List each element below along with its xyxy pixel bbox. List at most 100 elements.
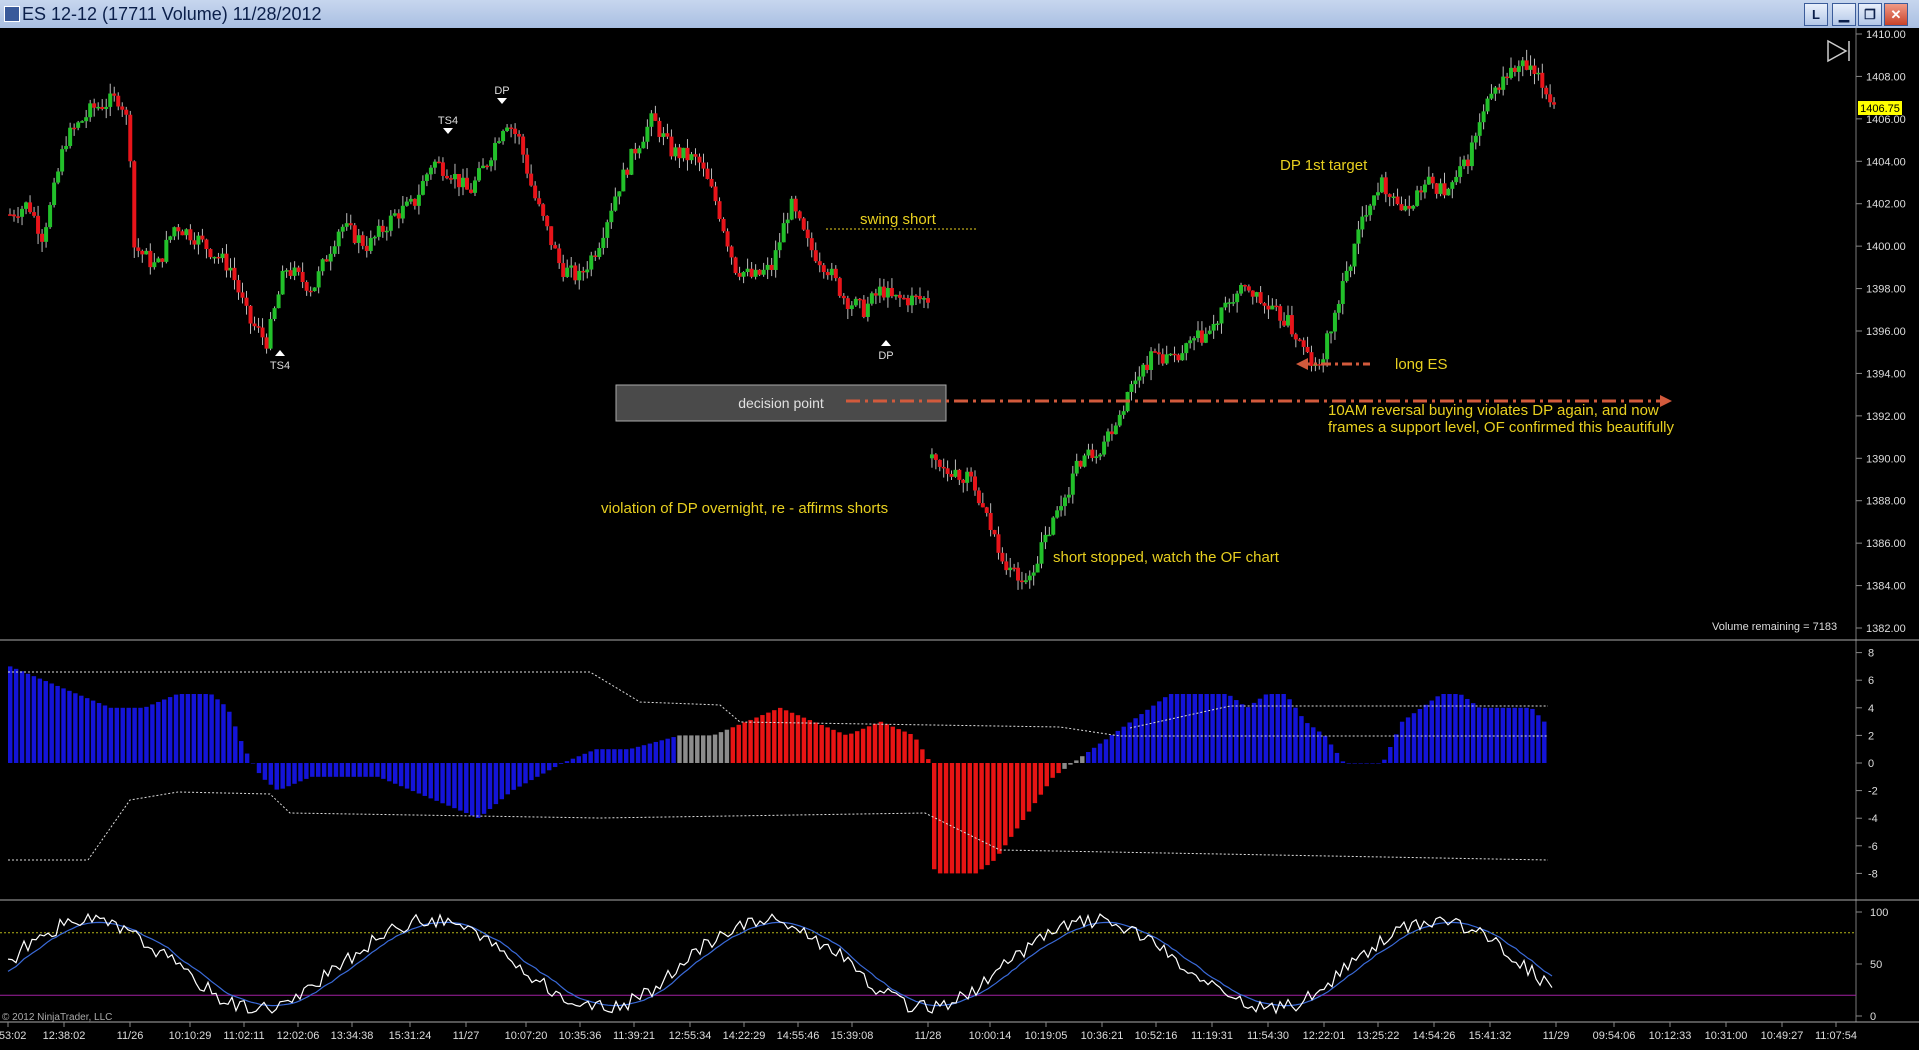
osc-bar: [724, 729, 730, 763]
osc-bar: [398, 763, 404, 787]
candle-body: [456, 174, 461, 188]
candle-body: [1246, 286, 1251, 291]
chart-canvas[interactable]: 1410.00 1408.00 1406.00 1404.00 1402.00 1400.…: [0, 28, 1919, 1050]
candle-body: [1332, 312, 1337, 332]
candle-body: [525, 154, 530, 174]
candle-body: [148, 250, 153, 268]
candle-body: [1520, 60, 1525, 67]
osc-bar: [250, 763, 256, 764]
osc-bar: [588, 751, 593, 763]
candle-body: [392, 213, 397, 216]
osc-bar: [1382, 759, 1387, 763]
candle-body: [541, 204, 546, 216]
candle-body: [404, 201, 409, 206]
osc-bar: [547, 763, 552, 771]
osc-bar: [446, 763, 451, 806]
candle-body: [1019, 580, 1024, 583]
candle-body: [1469, 142, 1474, 167]
osc-bar: [381, 763, 386, 779]
candle-body: [292, 267, 297, 276]
minimize-button[interactable]: ▁: [1832, 3, 1856, 26]
candle-body: [1505, 76, 1510, 79]
osc-bar: [286, 763, 291, 787]
signal-marker-label: TS4: [438, 115, 458, 127]
osc-bar: [102, 705, 108, 763]
osc-bar: [1133, 718, 1138, 763]
osc-bar: [1346, 763, 1352, 764]
candle-body: [481, 165, 486, 169]
candle-body: [272, 308, 277, 320]
osc-bar: [49, 683, 54, 763]
candle-body: [893, 294, 898, 297]
time-tick-label: 10:52:16: [1135, 1030, 1178, 1042]
price-tick-label: 1386.00: [1866, 538, 1906, 550]
candle-body: [665, 133, 670, 137]
candle-body: [176, 227, 181, 232]
candle-body: [60, 149, 65, 172]
candle-body: [1493, 87, 1498, 94]
candle-body: [332, 246, 337, 254]
candle-body: [1348, 266, 1353, 271]
osc-bar: [1281, 694, 1286, 763]
candle-body: [713, 186, 718, 202]
candle-body: [1407, 205, 1412, 209]
osc-bar: [505, 763, 510, 795]
candle-body: [300, 271, 305, 283]
candle-body: [865, 303, 870, 317]
osc-bar: [404, 763, 410, 789]
violation-label: violation of DP overnight, re - affirms …: [601, 500, 888, 517]
osc-bar: [310, 763, 315, 777]
osc-bar: [221, 704, 226, 763]
candle-body: [877, 286, 882, 296]
candle-body: [384, 230, 389, 233]
osc-bar: [618, 749, 623, 763]
candle-body: [976, 490, 981, 504]
candle-body: [1133, 380, 1138, 385]
osc-bar: [564, 761, 570, 763]
osc-bar: [416, 763, 422, 794]
candle-body: [617, 191, 622, 197]
candle-body: [364, 245, 369, 251]
osc-bar: [1441, 694, 1446, 763]
candle-body: [92, 103, 97, 108]
candle-body: [1176, 354, 1181, 361]
candle-body: [372, 236, 377, 239]
candle-body: [741, 272, 746, 277]
candle-body: [1422, 184, 1427, 193]
time-tick-label: 10:12:33: [1649, 1030, 1692, 1042]
candle-body: [1235, 293, 1240, 303]
candle-body: [996, 534, 1001, 553]
restore-button[interactable]: ❐: [1858, 3, 1882, 26]
osc-bar: [1494, 707, 1500, 763]
candle-body: [1309, 352, 1314, 366]
candle-body: [597, 247, 602, 257]
close-button[interactable]: ✕: [1884, 3, 1908, 26]
osc-bar: [689, 735, 694, 763]
osc-bar: [1370, 763, 1375, 764]
candle-body: [1055, 510, 1060, 518]
osc-bar: [778, 707, 783, 763]
link-button[interactable]: L: [1804, 3, 1828, 26]
osc-bar: [493, 763, 499, 805]
osc-bar: [487, 763, 493, 809]
candle-body: [260, 327, 265, 338]
candle-body: [533, 185, 538, 199]
candle-body: [969, 471, 974, 477]
candle-body: [861, 299, 866, 317]
candle-body: [224, 253, 229, 271]
osc-bar: [1476, 707, 1482, 763]
candle-body: [396, 213, 401, 219]
candle-body: [1438, 183, 1443, 194]
osc-bar: [967, 763, 972, 874]
candle-body: [773, 250, 778, 270]
candle-body: [657, 120, 662, 137]
candle-body: [729, 246, 734, 258]
osc-bar: [90, 700, 96, 763]
candle-body: [693, 154, 698, 157]
osc-bar: [606, 749, 611, 763]
candle-body: [609, 210, 614, 223]
osc-bar: [979, 763, 984, 870]
time-tick-label: 12:02:06: [277, 1030, 320, 1042]
candle-body: [1446, 188, 1451, 196]
candle-body: [941, 466, 946, 469]
